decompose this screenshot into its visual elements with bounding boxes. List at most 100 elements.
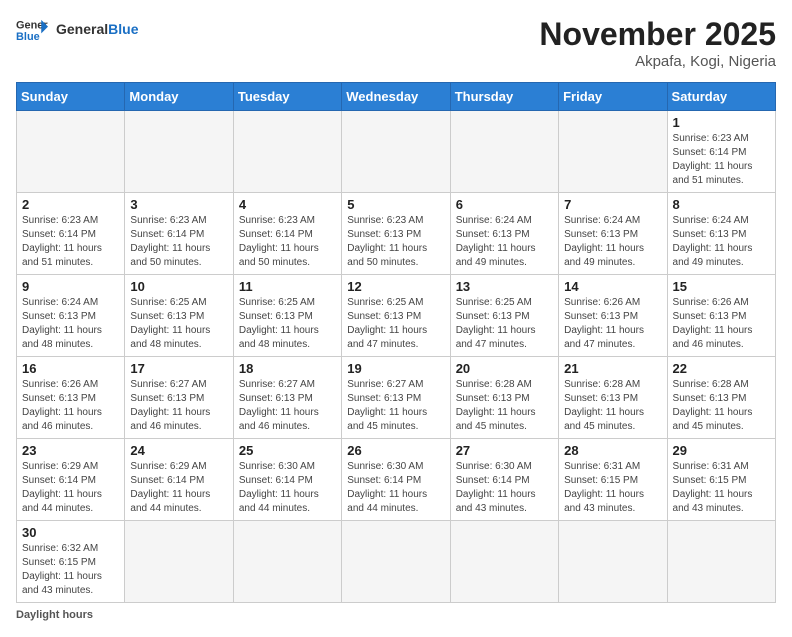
calendar-cell: 2 Sunrise: 6:23 AM Sunset: 6:14 PM Daylig… [17,193,125,275]
day-info: Sunrise: 6:25 AM Sunset: 6:13 PM Dayligh… [130,296,227,352]
calendar-cell: 20Sunrise: 6:28 AM Sunset: 6:13 PM Dayli… [450,357,558,439]
weekday-header-thursday: Thursday [450,83,558,111]
calendar-cell: 27 Sunrise: 6:30 AM Sunset: 6:14 PM Dayli… [450,439,558,521]
calendar-cell: 24 Sunrise: 6:29 AM Sunset: 6:14 PM Dayli… [125,439,233,521]
day-info: Sunrise: 6:30 AM Sunset: 6:14 PM Dayligh… [456,460,553,516]
calendar-cell: 17Sunrise: 6:27 AM Sunset: 6:13 PM Dayli… [125,357,233,439]
calendar-cell: 12 Sunrise: 6:25 AM Sunset: 6:13 PM Dayli… [342,275,450,357]
calendar-cell [342,521,450,603]
weekday-header-saturday: Saturday [667,83,775,111]
calendar-table: SundayMondayTuesdayWednesdayThursdayFrid… [16,82,776,603]
day-number: 5 [347,197,444,212]
day-number: 6 [456,197,553,212]
day-info: Sunrise: 6:23 AM Sunset: 6:14 PM Dayligh… [22,214,119,270]
day-number: 8 [673,197,770,212]
day-info: Sunrise: 6:31 AM Sunset: 6:15 PM Dayligh… [673,460,770,516]
calendar-cell: 10 Sunrise: 6:25 AM Sunset: 6:13 PM Dayli… [125,275,233,357]
calendar-cell: 4 Sunrise: 6:23 AM Sunset: 6:14 PM Daylig… [233,193,341,275]
day-number: 15 [673,279,770,294]
calendar-cell [450,521,558,603]
day-number: 19 [347,361,444,376]
day-info: Sunrise: 6:25 AM Sunset: 6:13 PM Dayligh… [456,296,553,352]
weekday-header-friday: Friday [559,83,667,111]
calendar-cell: 22Sunrise: 6:28 AM Sunset: 6:13 PM Dayli… [667,357,775,439]
calendar-cell: 11Sunrise: 6:25 AM Sunset: 6:13 PM Dayli… [233,275,341,357]
day-info: Sunrise: 6:26 AM Sunset: 6:13 PM Dayligh… [564,296,661,352]
day-number: 12 [347,279,444,294]
day-number: 2 [22,197,119,212]
day-info: Sunrise: 6:25 AM Sunset: 6:13 PM Dayligh… [239,296,336,352]
day-info: Sunrise: 6:29 AM Sunset: 6:14 PM Dayligh… [22,460,119,516]
svg-text:Blue: Blue [16,31,40,43]
day-number: 16 [22,361,119,376]
day-info: Sunrise: 6:24 AM Sunset: 6:13 PM Dayligh… [456,214,553,270]
day-number: 7 [564,197,661,212]
day-number: 1 [673,115,770,130]
calendar-cell: 23 Sunrise: 6:29 AM Sunset: 6:14 PM Dayli… [17,439,125,521]
month-title: November 2025 [539,16,776,53]
day-info: Sunrise: 6:27 AM Sunset: 6:13 PM Dayligh… [130,378,227,434]
calendar-cell: 1 Sunrise: 6:23 AM Sunset: 6:14 PM Daylig… [667,111,775,193]
day-number: 22 [673,361,770,376]
day-number: 24 [130,443,227,458]
day-info: Sunrise: 6:23 AM Sunset: 6:14 PM Dayligh… [239,214,336,270]
daylight-label: Daylight hours [16,609,93,621]
day-info: Sunrise: 6:30 AM Sunset: 6:14 PM Dayligh… [239,460,336,516]
calendar-cell [559,521,667,603]
calendar-cell: 19Sunrise: 6:27 AM Sunset: 6:13 PM Dayli… [342,357,450,439]
calendar-cell: 9 Sunrise: 6:24 AM Sunset: 6:13 PM Daylig… [17,275,125,357]
page-header: General Blue GeneralBlue November 2025 A… [16,16,776,70]
logo: General Blue GeneralBlue [16,16,138,44]
day-info: Sunrise: 6:28 AM Sunset: 6:13 PM Dayligh… [456,378,553,434]
day-info: Sunrise: 6:23 AM Sunset: 6:14 PM Dayligh… [130,214,227,270]
day-info: Sunrise: 6:31 AM Sunset: 6:15 PM Dayligh… [564,460,661,516]
calendar-cell: 26 Sunrise: 6:30 AM Sunset: 6:14 PM Dayli… [342,439,450,521]
day-info: Sunrise: 6:32 AM Sunset: 6:15 PM Dayligh… [22,542,119,598]
day-number: 25 [239,443,336,458]
calendar-cell [667,521,775,603]
calendar-cell: 3 Sunrise: 6:23 AM Sunset: 6:14 PM Daylig… [125,193,233,275]
day-number: 10 [130,279,227,294]
location: Akpafa, Kogi, Nigeria [539,53,776,70]
day-number: 27 [456,443,553,458]
day-number: 3 [130,197,227,212]
calendar-cell [450,111,558,193]
weekday-header-tuesday: Tuesday [233,83,341,111]
day-info: Sunrise: 6:24 AM Sunset: 6:13 PM Dayligh… [564,214,661,270]
day-number: 4 [239,197,336,212]
calendar-cell [559,111,667,193]
calendar-cell: 18Sunrise: 6:27 AM Sunset: 6:13 PM Dayli… [233,357,341,439]
day-info: Sunrise: 6:29 AM Sunset: 6:14 PM Dayligh… [130,460,227,516]
calendar-cell [342,111,450,193]
calendar-cell: 5Sunrise: 6:23 AM Sunset: 6:13 PM Daylig… [342,193,450,275]
day-number: 26 [347,443,444,458]
day-number: 13 [456,279,553,294]
weekday-header-wednesday: Wednesday [342,83,450,111]
calendar-cell [233,521,341,603]
day-number: 29 [673,443,770,458]
day-info: Sunrise: 6:24 AM Sunset: 6:13 PM Dayligh… [673,214,770,270]
calendar-cell: 15 Sunrise: 6:26 AM Sunset: 6:13 PM Dayli… [667,275,775,357]
calendar-cell: 21Sunrise: 6:28 AM Sunset: 6:13 PM Dayli… [559,357,667,439]
calendar-cell: 14 Sunrise: 6:26 AM Sunset: 6:13 PM Dayli… [559,275,667,357]
day-info: Sunrise: 6:24 AM Sunset: 6:13 PM Dayligh… [22,296,119,352]
day-number: 21 [564,361,661,376]
calendar-cell: 29 Sunrise: 6:31 AM Sunset: 6:15 PM Dayli… [667,439,775,521]
day-number: 23 [22,443,119,458]
day-number: 9 [22,279,119,294]
calendar-cell [125,111,233,193]
day-number: 30 [22,525,119,540]
footer-note: Daylight hours [16,609,776,621]
calendar-cell: 25 Sunrise: 6:30 AM Sunset: 6:14 PM Dayli… [233,439,341,521]
calendar-cell: 28Sunrise: 6:31 AM Sunset: 6:15 PM Dayli… [559,439,667,521]
day-number: 14 [564,279,661,294]
day-info: Sunrise: 6:26 AM Sunset: 6:13 PM Dayligh… [673,296,770,352]
day-info: Sunrise: 6:30 AM Sunset: 6:14 PM Dayligh… [347,460,444,516]
day-info: Sunrise: 6:25 AM Sunset: 6:13 PM Dayligh… [347,296,444,352]
day-info: Sunrise: 6:23 AM Sunset: 6:14 PM Dayligh… [673,132,770,188]
logo-icon: General Blue [16,16,48,44]
calendar-cell: 6 Sunrise: 6:24 AM Sunset: 6:13 PM Daylig… [450,193,558,275]
calendar-cell: 16Sunrise: 6:26 AM Sunset: 6:13 PM Dayli… [17,357,125,439]
weekday-header-monday: Monday [125,83,233,111]
calendar-cell [233,111,341,193]
